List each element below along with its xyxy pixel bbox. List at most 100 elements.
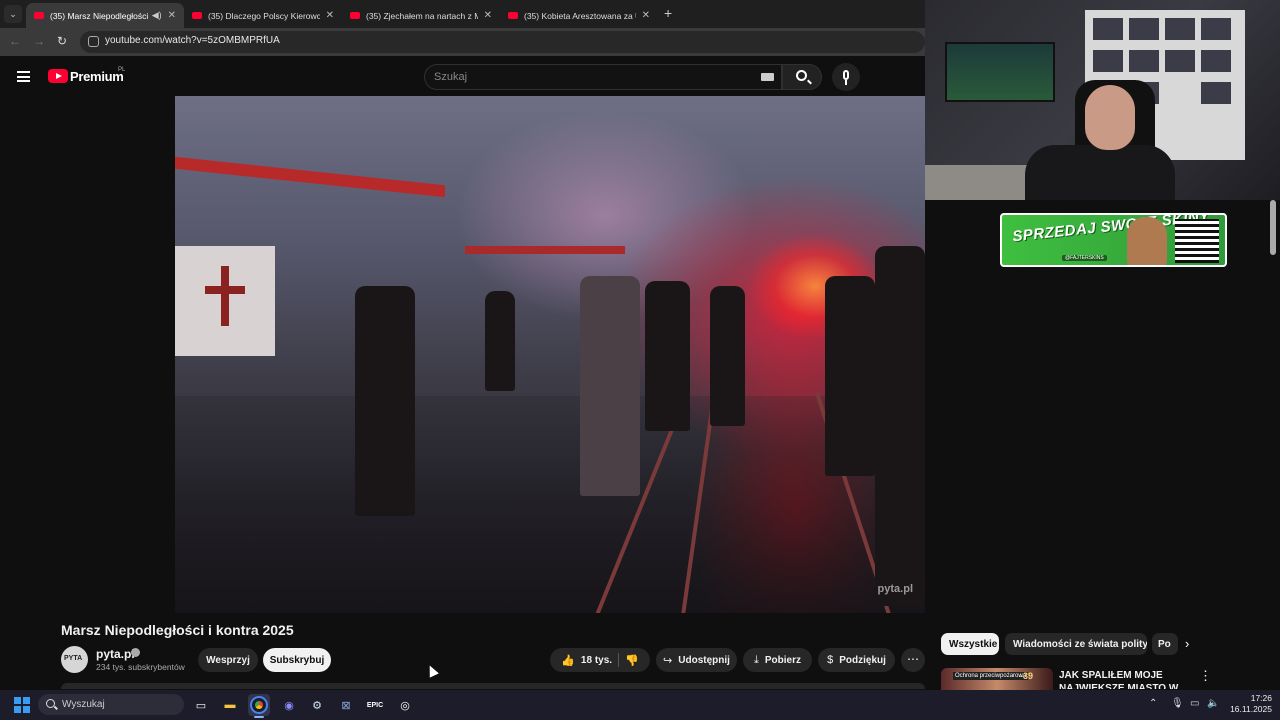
streamer-body	[1025, 145, 1175, 200]
like-count[interactable]: 18 tys.	[581, 655, 612, 666]
protester-figure	[875, 246, 925, 606]
obs-icon[interactable]: ◎	[394, 694, 416, 716]
description-box[interactable]	[61, 683, 925, 689]
channel-avatar[interactable]	[61, 646, 88, 673]
share-icon: ↪	[663, 654, 673, 667]
search-icon	[796, 70, 807, 81]
protester-figure	[825, 276, 875, 476]
youtube-logo-icon[interactable]	[48, 69, 68, 83]
hamburger-menu-icon[interactable]	[17, 71, 30, 82]
promo-handle: @FAJTERSKINS	[1062, 255, 1107, 261]
keyboard-icon[interactable]	[761, 73, 774, 81]
task-view-icon[interactable]: ▭	[190, 694, 212, 716]
browser-tab-1[interactable]: (35) Marsz Niepodległości i ◀) ✕	[26, 3, 184, 28]
support-button[interactable]: Wesprzyj	[198, 648, 258, 672]
more-actions-icon[interactable]: ⋯	[901, 648, 925, 672]
skins-promo-banner: SPRZEDAJ SWOJE SKINY @FAJTERSKINS	[1000, 213, 1227, 267]
clock-date: 16.11.2025	[1230, 704, 1272, 714]
video-player[interactable]: pyta.pl	[175, 96, 925, 613]
close-tab-icon[interactable]: ✕	[326, 10, 334, 21]
protester-with-megaphone	[580, 276, 640, 496]
streamer-webcam	[925, 0, 1280, 200]
like-dislike-group: 👍 18 tys. 👎	[550, 648, 650, 672]
recommendation-menu-icon[interactable]: ⋮	[1199, 668, 1212, 684]
mouse-cursor-icon	[425, 663, 439, 678]
youtube-favicon-icon	[34, 12, 44, 19]
recommended-thumbnail[interactable]: Ochrona przeciwpożarowa -39	[941, 668, 1053, 690]
protester-figure	[355, 286, 415, 516]
thumbnail-number: -39	[1020, 671, 1034, 681]
forward-icon[interactable]: →	[33, 34, 45, 48]
aquarium	[945, 42, 1055, 102]
tab-search-dropdown[interactable]: ⌄	[4, 5, 22, 23]
youtube-favicon-icon	[508, 12, 518, 19]
speaker-icon[interactable]: ◀)	[152, 10, 162, 21]
download-label: Pobierz	[764, 654, 801, 666]
search-box[interactable]	[424, 64, 782, 90]
chip-all[interactable]: Wszystkie	[941, 633, 999, 655]
epic-games-icon[interactable]: EPIC	[364, 694, 386, 716]
taskbar-search-placeholder: Wyszukaj	[62, 699, 105, 710]
discord-icon[interactable]: ◉	[278, 694, 300, 716]
qr-code-icon	[1175, 219, 1219, 263]
reload-icon[interactable]: ↻	[57, 34, 67, 48]
close-tab-icon[interactable]: ✕	[642, 10, 650, 21]
search-input[interactable]	[434, 71, 734, 83]
youtube-premium-wordmark[interactable]: Premium	[70, 69, 124, 84]
voice-search-button[interactable]	[832, 63, 860, 91]
taskbar-search[interactable]: Wyszukaj	[38, 694, 184, 715]
thumbs-up-icon[interactable]: 👍	[561, 654, 575, 667]
verified-badge-icon	[131, 648, 140, 657]
channel-name[interactable]: pyta.pl	[96, 647, 135, 661]
tram-shelter-roof	[175, 156, 445, 198]
steam-icon[interactable]: ⚙	[306, 694, 328, 716]
taskbar-clock[interactable]: 17:26 16.11.2025	[1226, 693, 1272, 715]
tray-network-icon[interactable]: ▭	[1190, 698, 1199, 709]
tray-volume-icon[interactable]: 🔈	[1207, 698, 1219, 709]
streamer-head	[1085, 85, 1135, 150]
windows-start-icon[interactable]	[14, 697, 30, 713]
thanks-label: Podziękuj	[839, 654, 886, 666]
share-button[interactable]: ↪ Udostępnij	[656, 648, 737, 672]
tray-chevron-icon[interactable]: ⌃	[1149, 698, 1157, 709]
share-label: Udostępnij	[678, 654, 730, 666]
thanks-button[interactable]: $ Podziękuj	[818, 648, 895, 672]
recommended-title[interactable]: JAK SPALIŁEM MOJE NAJWIĘKSZE MIASTO W AN…	[1059, 669, 1189, 689]
back-icon[interactable]: ←	[9, 34, 21, 48]
cross-banner	[175, 246, 275, 356]
download-icon: ⤓	[754, 653, 759, 666]
subscriber-count: 234 tys. subskrybentów	[96, 662, 185, 672]
browser-tab-3[interactable]: (35) Zjechałem na nartach z M ✕	[342, 3, 500, 28]
tray-microphone-icon[interactable]: 🎙	[1171, 698, 1184, 709]
chip-politics-news[interactable]: Wiadomości ze świata polityki	[1005, 633, 1147, 655]
thumbs-down-icon[interactable]: 👎	[625, 654, 639, 667]
microphone-icon	[843, 70, 849, 80]
download-button[interactable]: ⤓ Pobierz	[743, 648, 812, 672]
chrome-icon[interactable]	[248, 694, 270, 716]
new-tab-icon[interactable]: +	[664, 5, 672, 21]
video-watermark: pyta.pl	[877, 583, 913, 595]
xbox-app-icon[interactable]: ⊠	[335, 694, 357, 716]
subscribe-label: Subskrybuj	[269, 654, 325, 666]
youtube-favicon-icon	[350, 12, 360, 19]
street	[175, 396, 925, 613]
search-button[interactable]	[782, 64, 822, 90]
chevron-right-icon[interactable]: ›	[1185, 636, 1189, 651]
chip-truncated[interactable]: Po	[1152, 633, 1178, 655]
clock-time: 17:26	[1250, 693, 1272, 703]
close-tab-icon[interactable]: ✕	[484, 10, 492, 21]
protester-figure	[485, 291, 515, 391]
browser-tab-2[interactable]: (35) Dlaczego Polscy Kierowcy ✕	[184, 3, 342, 28]
address-bar[interactable]: youtube.com/watch?v=5zOMBMPRfUA	[80, 31, 925, 53]
subscribe-button[interactable]: Subskrybuj	[263, 648, 331, 672]
browser-tab-4[interactable]: (35) Kobieta Aresztowana za Uj ✕	[500, 3, 658, 28]
thanks-dollar-icon: $	[827, 654, 834, 666]
site-info-icon[interactable]	[88, 36, 99, 47]
close-tab-icon[interactable]: ✕	[168, 10, 176, 21]
page-scrollbar[interactable]	[1270, 200, 1276, 255]
region-code: PL	[118, 67, 126, 73]
support-label: Wesprzyj	[206, 654, 250, 666]
url-text: youtube.com/watch?v=5zOMBMPRfUA	[105, 35, 280, 46]
protester-figure	[710, 286, 745, 426]
file-explorer-icon[interactable]: ▬	[219, 694, 241, 716]
